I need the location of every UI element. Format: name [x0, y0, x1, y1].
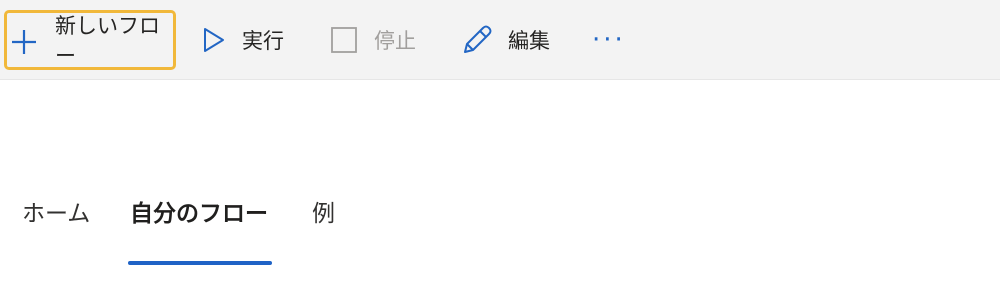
tab-my-flows[interactable]: 自分のフロー [130, 194, 268, 228]
plus-icon [9, 27, 39, 57]
stop-button[interactable]: 停止 [330, 12, 416, 68]
play-icon [202, 26, 226, 54]
pencil-icon [460, 23, 494, 57]
edit-button[interactable]: 編集 [460, 12, 550, 68]
run-label: 実行 [242, 29, 284, 53]
stop-icon [330, 26, 358, 54]
new-flow-label: 新しいフロー [55, 14, 160, 68]
tab-home[interactable]: ホーム [22, 194, 90, 228]
tab-examples[interactable]: 例 [312, 194, 335, 228]
more-button[interactable]: ··· [592, 12, 626, 68]
selected-tab-indicator [128, 261, 272, 265]
run-button[interactable]: 実行 [202, 12, 284, 68]
stop-label: 停止 [374, 29, 416, 53]
edit-label: 編集 [508, 29, 550, 53]
command-bar: 新しいフロー 実行 停止 編集 ··· [0, 0, 1000, 80]
ellipsis-icon: ··· [592, 25, 626, 55]
new-flow-button[interactable]: 新しいフロー [4, 10, 176, 70]
tab-bar: ホーム 自分のフロー 例 [0, 180, 1000, 270]
